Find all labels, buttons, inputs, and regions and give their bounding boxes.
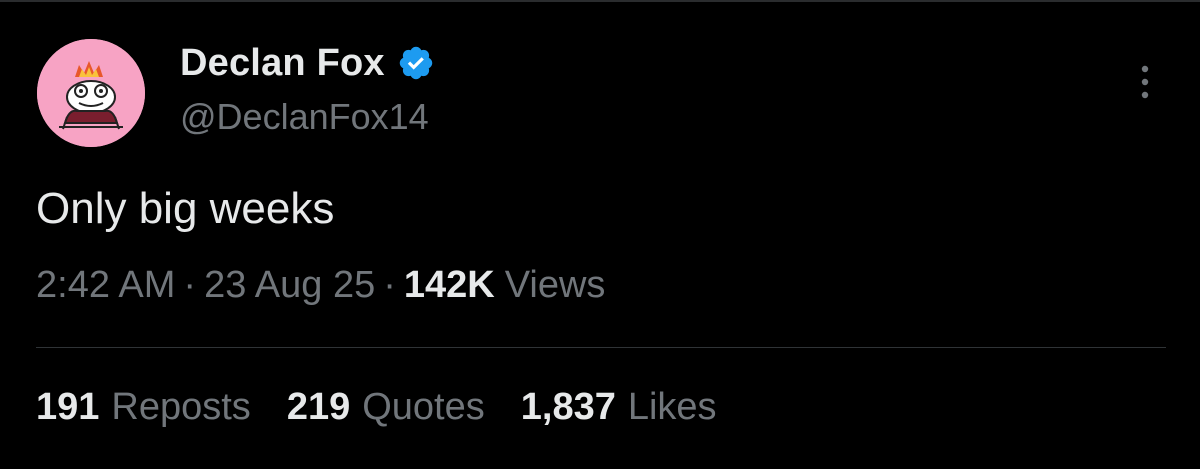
tweet-time[interactable]: 2:42 AM [36, 264, 175, 307]
views-count: 142K [403, 264, 495, 306]
meta-separator: · [183, 264, 197, 306]
avatar[interactable] [37, 39, 145, 147]
verified-badge-icon [397, 44, 435, 82]
reposts-label: Reposts [111, 386, 251, 428]
avatar-image [37, 39, 145, 147]
top-divider [0, 0, 1200, 2]
likes-label: Likes [627, 386, 717, 428]
quotes-label: Quotes [362, 386, 485, 428]
meta-separator: · [383, 264, 396, 306]
views-label: Views [504, 264, 606, 306]
display-name[interactable]: Declan Fox [180, 42, 385, 85]
reposts-stat[interactable]: 191 Reposts [36, 386, 251, 429]
tweet-text: Only big weeks [36, 184, 335, 233]
reposts-count: 191 [36, 386, 100, 428]
stats-divider [36, 347, 1166, 348]
likes-count: 1,837 [520, 386, 616, 428]
author-name-row: Declan Fox [180, 38, 435, 88]
quotes-count: 219 [286, 386, 351, 428]
quotes-stat[interactable]: 219 Quotes [287, 386, 485, 429]
tweet-meta: 2:42 AM · 23 Aug 25 · 142K Views [36, 264, 605, 307]
tweet-date[interactable]: 23 Aug 25 [204, 264, 375, 307]
more-vertical-icon[interactable] [1130, 60, 1160, 104]
author-handle[interactable]: @DeclanFox14 [180, 96, 429, 138]
engagement-stats: 191 Reposts 219 Quotes 1,837 Likes [36, 386, 753, 429]
likes-stat[interactable]: 1,837 Likes [521, 386, 717, 429]
